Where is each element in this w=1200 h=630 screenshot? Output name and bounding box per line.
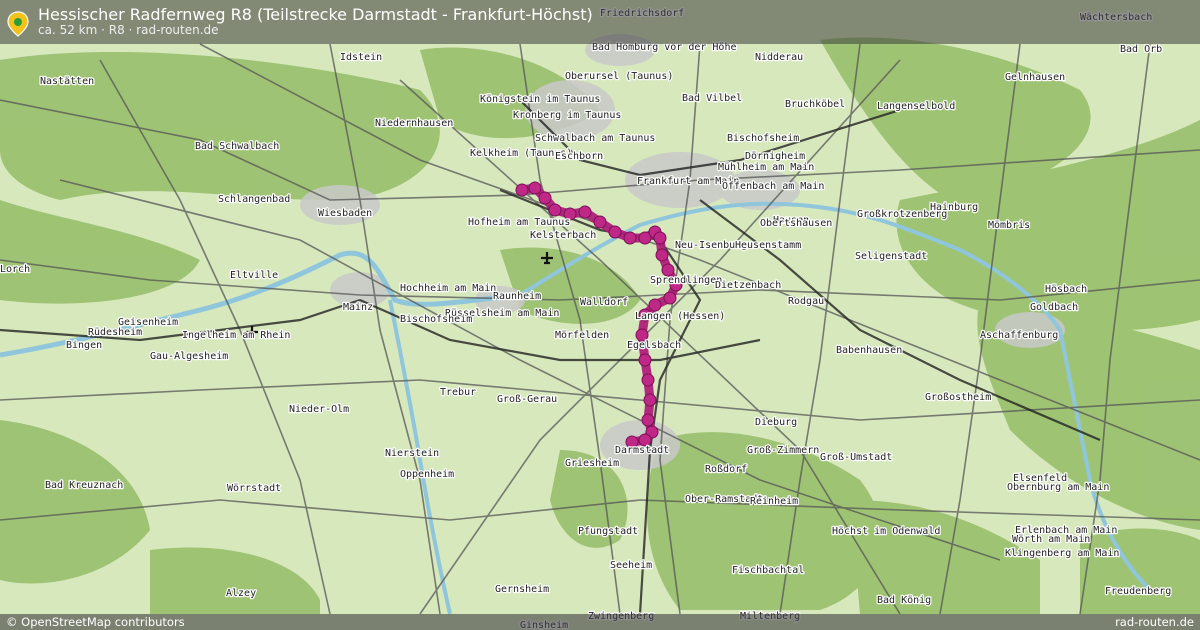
route-waypoint[interactable] [623,231,637,245]
place-label: Sprendlingen [650,275,722,286]
place-label: Niedernhausen [375,118,453,129]
place-label: Roßdorf [705,464,747,475]
place-label: Seligenstadt [855,251,927,262]
route-waypoint[interactable] [528,181,542,195]
place-label: Höchst im Odenwald [832,526,940,537]
place-label: Seeheim [610,560,652,571]
place-label: Freudenberg [1105,586,1171,597]
route-waypoint[interactable] [653,231,667,245]
route-waypoint[interactable] [655,248,669,262]
place-label: Rüdesheim [88,327,142,338]
place-label: Oberursel (Taunus) [565,71,673,82]
place-label: Eltville [230,270,278,281]
place-label: Rodgau [788,296,824,307]
place-label: Lorch [0,264,30,275]
place-label: Mainz [343,302,373,313]
place-label: Dörnigheim [745,151,805,162]
place-label: Bad König [877,595,931,606]
place-label: Obernburg am Main [1007,482,1109,493]
brand-link[interactable]: rad-routen.de [1115,615,1194,629]
place-label: Reinheim [750,496,798,507]
place-label: Heusenstamm [735,240,801,251]
place-label: Bischofsheim [727,133,799,144]
place-label: Schlangenbad [218,194,290,205]
osm-attribution[interactable]: © OpenStreetMap contributors [6,615,185,629]
route-waypoint[interactable] [648,298,662,312]
place-label: Pfungstadt [578,526,638,537]
place-label: Oppenheim [400,469,454,480]
place-label: Eschborn [555,151,603,162]
place-label: Mühlheim am Main [718,162,814,173]
place-label: Bad Vilbel [682,93,742,104]
footer-bar: © OpenStreetMap contributors rad-routen.… [0,614,1200,630]
route-waypoint[interactable] [608,225,622,239]
place-label: Groß-Umstadt [820,452,892,463]
place-label: Trebur [440,387,476,398]
place-label: Hofheim am Taunus [468,217,570,228]
place-label: Bingen [66,340,102,351]
place-label: Nastätten [40,76,94,87]
place-label: Bad Schwalbach [195,141,279,152]
location-pin-icon [7,11,29,37]
place-label: Nieder-Olm [289,404,349,415]
place-label: Idstein [340,52,382,63]
place-label: Darmstadt [615,445,669,456]
place-label: Wiesbaden [318,208,372,219]
place-label: Egelsbach [627,340,681,351]
place-label: Schwalbach am Taunus [535,133,655,144]
place-label: Mömbris [988,220,1030,231]
place-label: Bad Kreuznach [45,480,123,491]
route-waypoint[interactable] [515,183,529,197]
place-label: Fischbachtal [732,565,804,576]
place-label: Gelnhausen [1005,72,1065,83]
place-label: Königstein im Taunus [480,94,600,105]
place-label: Ingelheim am Rhein [182,330,290,341]
place-label: Mörfelden [555,330,609,341]
place-label: Babenhausen [836,345,902,356]
place-label: Hainburg [930,202,978,213]
place-label: Nierstein [385,448,439,459]
route-waypoint[interactable] [643,393,657,407]
route-waypoint[interactable] [548,203,562,217]
route-waypoint[interactable] [641,373,655,387]
place-label: Goldbach [1030,302,1078,313]
place-label: Bischofsheim [400,314,472,325]
place-label: Aschaffenburg [980,330,1058,341]
route-waypoint[interactable] [663,291,677,305]
route-waypoint[interactable] [638,353,652,367]
place-label: Kronberg im Taunus [513,110,621,121]
place-label: Groß-Zimmern [747,445,819,456]
place-label: Walldorf [580,297,628,308]
place-label: Offenbach am Main [722,181,824,192]
place-label: Groß-Gerau [497,394,557,405]
place-label: Kelsterbach [530,230,596,241]
place-label: Bruchköbel [785,99,845,110]
place-label: Wörrstadt [227,483,281,494]
place-label: Hochheim am Main [400,283,496,294]
place-label: Dieburg [755,417,797,428]
place-label: Griesheim [565,458,619,469]
place-label: Alzey [226,588,256,599]
place-label: Raunheim [493,291,541,302]
place-label: Obertshausen [760,218,832,229]
map-canvas[interactable]: FriedrichsdorfWächtersbachIdsteinBad Hom… [0,0,1200,630]
place-label: Langenselbold [877,101,955,112]
route-waypoint[interactable] [641,413,655,427]
place-label: Langen (Hessen) [635,311,725,322]
place-label: Nidderau [755,52,803,63]
route-waypoint[interactable] [593,215,607,229]
route-waypoint[interactable] [578,205,592,219]
place-label: Großostheim [925,392,991,403]
place-label: Wörth am Main [1012,534,1090,545]
place-label: Hösbach [1045,284,1087,295]
map-subtitle: ca. 52 km · R8 · rad-routen.de [38,23,219,37]
map-title: Hessischer Radfernweg R8 (Teilstrecke Da… [38,5,593,24]
route-waypoint[interactable] [538,191,552,205]
place-label: Gau-Algesheim [150,351,228,362]
place-label: Bad Orb [1120,44,1162,55]
place-label: Klingenberg am Main [1005,548,1119,559]
title-bar: Hessischer Radfernweg R8 (Teilstrecke Da… [0,0,1200,44]
place-label: Gernsheim [495,584,549,595]
place-label: Dietzenbach [715,280,781,291]
